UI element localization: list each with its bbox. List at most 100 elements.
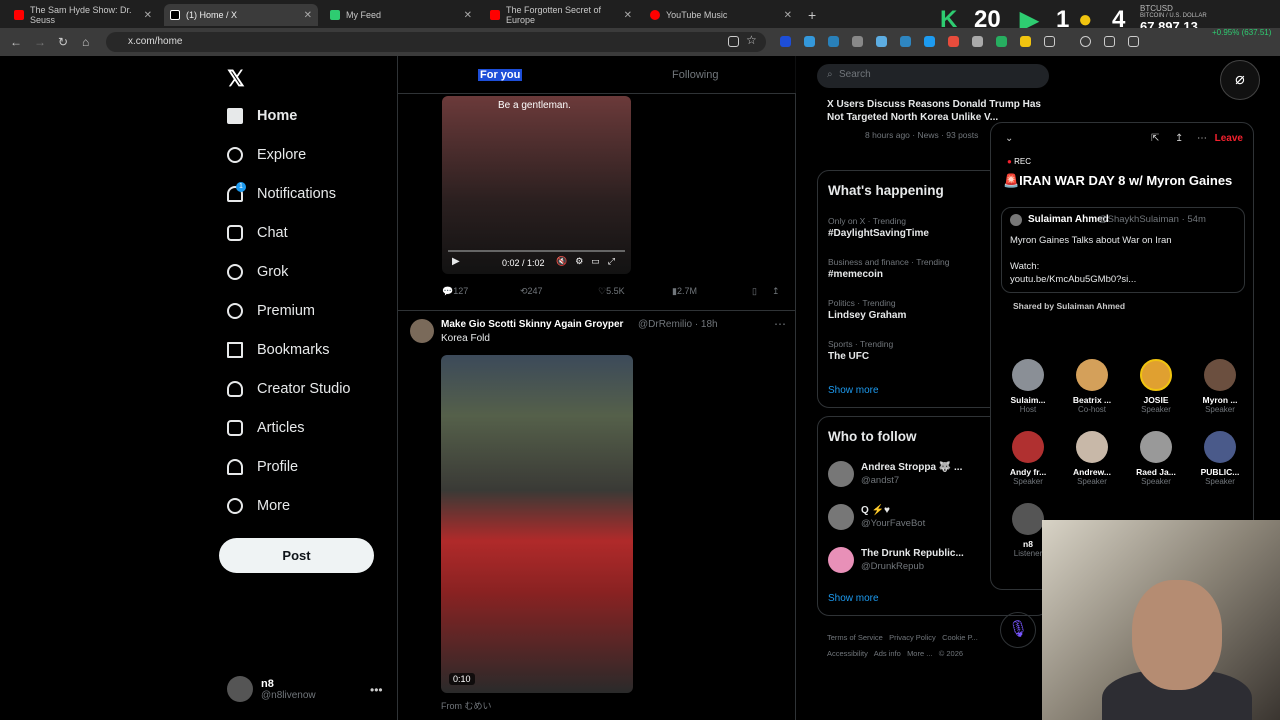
- reply-button[interactable]: 💬 127: [442, 286, 468, 297]
- post-handle[interactable]: @DrRemilio · 18h: [638, 319, 718, 330]
- tab-for-you[interactable]: For you: [478, 69, 523, 81]
- post-author[interactable]: Make Gio Scotti Skinny Again Groyper: [441, 319, 623, 330]
- leave-button[interactable]: Leave: [1215, 133, 1243, 144]
- forward-icon[interactable]: →: [34, 35, 46, 49]
- trend-item[interactable]: The UFC: [828, 351, 869, 362]
- play-icon[interactable]: ▶: [452, 256, 460, 267]
- show-more-link[interactable]: Show more: [828, 385, 879, 396]
- extension-icon[interactable]: [828, 36, 839, 47]
- like-button[interactable]: ♡ 5.5K: [598, 286, 625, 297]
- home-icon[interactable]: ⌂: [82, 35, 89, 49]
- views-button[interactable]: ▮ 2.7M: [672, 286, 697, 297]
- participant[interactable]: Andy fr... Speaker: [997, 431, 1059, 486]
- participant[interactable]: Beatrix ... Co-host: [1061, 359, 1123, 414]
- search-icon: [227, 147, 243, 163]
- browser-tab[interactable]: The Sam Hyde Show: Dr. Seuss ✕: [8, 4, 158, 26]
- close-icon[interactable]: ✕: [304, 10, 312, 21]
- extension-icon[interactable]: [948, 36, 959, 47]
- post-source[interactable]: From むめい: [441, 699, 492, 712]
- link[interactable]: youtu.be/KmcAbu5GMb0?si...: [1010, 274, 1136, 285]
- close-icon[interactable]: ✕: [784, 10, 792, 21]
- avatar[interactable]: [828, 461, 854, 487]
- back-icon[interactable]: ←: [10, 35, 22, 49]
- chevron-down-icon[interactable]: ⌄: [1005, 133, 1013, 144]
- share-icon[interactable]: ↥: [772, 286, 780, 297]
- extension-icon[interactable]: [804, 36, 815, 47]
- post-video[interactable]: 0:10: [441, 355, 633, 693]
- video-controls[interactable]: 🔇⚙▭⤢: [556, 256, 623, 267]
- video-progress[interactable]: [448, 250, 625, 252]
- star-icon[interactable]: ☆: [746, 33, 757, 47]
- participant[interactable]: Myron ... Speaker: [1189, 359, 1251, 414]
- nav-bookmarks[interactable]: Bookmarks: [227, 342, 330, 358]
- more-dots-icon[interactable]: •••: [370, 683, 383, 697]
- share-icon[interactable]: ↥: [1175, 133, 1183, 144]
- trend-item[interactable]: #memecoin: [828, 269, 883, 280]
- tab-following[interactable]: Following: [672, 69, 718, 81]
- nav-chat[interactable]: Chat: [227, 225, 288, 241]
- puzzle-icon[interactable]: [1044, 36, 1055, 47]
- grok-button[interactable]: ⌀: [1220, 60, 1260, 100]
- avatar[interactable]: [828, 504, 854, 530]
- browser-tab[interactable]: The Forgotten Secret of Europe ✕: [484, 4, 638, 26]
- nav-grok[interactable]: Grok: [227, 264, 288, 280]
- nav-home[interactable]: Home: [227, 108, 297, 124]
- video-player[interactable]: Be a gentleman. ▶ 0:02 / 1:02 🔇⚙▭⤢: [442, 96, 631, 274]
- extension-icon[interactable]: [780, 36, 791, 47]
- history-icon[interactable]: [1080, 36, 1091, 47]
- extension-icon[interactable]: [924, 36, 935, 47]
- extension-icon[interactable]: [972, 36, 983, 47]
- repost-button[interactable]: ⟲ 247: [520, 286, 543, 297]
- avatar: [1204, 431, 1236, 463]
- participant[interactable]: Raed Ja... Speaker: [1125, 431, 1187, 486]
- close-icon[interactable]: ✕: [144, 10, 152, 21]
- extension-icon[interactable]: [852, 36, 863, 47]
- follow-name[interactable]: The Drunk Republic...: [861, 548, 964, 559]
- microphone-button[interactable]: 🎙: [1000, 612, 1036, 648]
- participant[interactable]: PUBLIC... Speaker: [1189, 431, 1251, 486]
- show-more-link[interactable]: Show more: [828, 593, 879, 604]
- devtools-icon[interactable]: [1128, 36, 1139, 47]
- pinned-post[interactable]: Sulaiman Ahmed @ShaykhSulaiman · 54m Myr…: [1001, 207, 1245, 293]
- post[interactable]: Make Gio Scotti Skinny Again Groyper @Dr…: [398, 310, 796, 711]
- x-logo[interactable]: 𝕏: [227, 66, 245, 92]
- new-tab-button[interactable]: +: [802, 4, 822, 26]
- participant[interactable]: Sulaim... Host: [997, 359, 1059, 414]
- browser-tab[interactable]: YouTube Music ✕: [644, 4, 798, 26]
- participant[interactable]: Andrew... Speaker: [1061, 431, 1123, 486]
- nav-articles[interactable]: Articles: [227, 420, 305, 436]
- extension-icon[interactable]: [1020, 36, 1031, 47]
- trend-item[interactable]: #DaylightSavingTime: [828, 228, 929, 239]
- extension-icon[interactable]: [900, 36, 911, 47]
- avatar[interactable]: [828, 547, 854, 573]
- nav-more[interactable]: More: [227, 498, 290, 514]
- youtube-music-icon: [650, 10, 660, 20]
- bookmark-icon[interactable]: ▯: [752, 286, 757, 297]
- more-dots-icon[interactable]: ⋯: [1197, 133, 1207, 144]
- browser-tab-active[interactable]: (1) Home / X ✕: [164, 4, 318, 26]
- url-field[interactable]: x.com/home: [106, 32, 766, 52]
- follow-name[interactable]: Q ⚡♥: [861, 505, 890, 516]
- nav-explore[interactable]: Explore: [227, 147, 306, 163]
- avatar[interactable]: [410, 319, 434, 343]
- cast-icon[interactable]: [728, 36, 739, 47]
- participant[interactable]: JOSIE Speaker: [1125, 359, 1187, 414]
- more-dots-icon[interactable]: ⋯: [774, 317, 786, 331]
- post-button[interactable]: Post: [219, 538, 374, 573]
- close-icon[interactable]: ✕: [624, 10, 632, 21]
- nav-creator-studio[interactable]: Creator Studio: [227, 381, 351, 397]
- extension-icon[interactable]: [876, 36, 887, 47]
- follow-name[interactable]: Andrea Stroppa 🐺 ...: [861, 462, 962, 473]
- minimize-icon[interactable]: ⇱: [1151, 133, 1159, 144]
- search-icon: ⌕: [827, 69, 833, 80]
- settings-icon[interactable]: [1104, 36, 1115, 47]
- nav-profile[interactable]: Profile: [227, 459, 298, 475]
- close-icon[interactable]: ✕: [464, 10, 472, 21]
- account-switcher[interactable]: n8 @n8livenow: [227, 676, 316, 702]
- reload-icon[interactable]: ↻: [58, 35, 68, 49]
- extension-icon[interactable]: [996, 36, 1007, 47]
- trend-item[interactable]: Lindsey Graham: [828, 310, 906, 321]
- search-input[interactable]: Search: [817, 64, 1049, 88]
- browser-tab[interactable]: My Feed ✕: [324, 4, 478, 26]
- nav-premium[interactable]: Premium: [227, 303, 315, 319]
